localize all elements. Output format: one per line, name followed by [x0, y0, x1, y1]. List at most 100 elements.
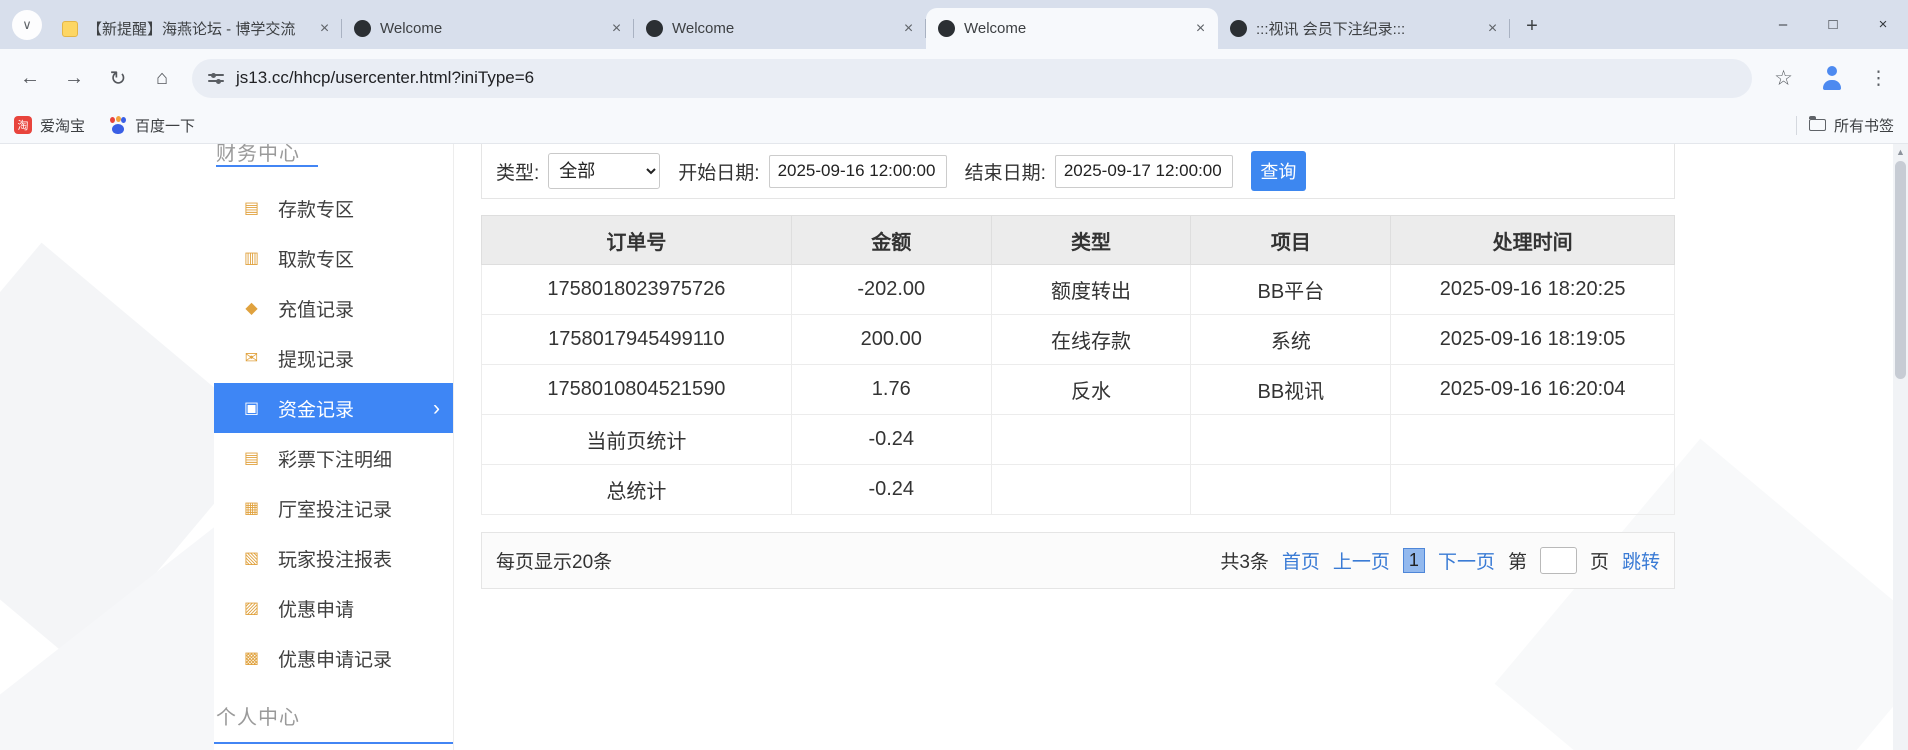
webpage-viewport: 财务中心 ▤ 存款专区 ▥ 取款专区 ◆ 充值记录 ✉ 提现记录 ▣ 资金记录 … — [0, 144, 1908, 750]
jump-label-pre: 第 — [1507, 552, 1527, 573]
jump-button[interactable]: 跳转 — [1622, 547, 1660, 574]
player-bet-report-icon: ▧ — [243, 550, 260, 567]
new-tab-button[interactable]: + — [1516, 10, 1548, 42]
close-icon[interactable]: × — [899, 19, 918, 38]
chevron-right-icon: › — [433, 396, 440, 420]
dark-globe-favicon — [1230, 20, 1247, 37]
sidebar-item-recharge-record[interactable]: ◆ 充值记录 — [214, 283, 453, 333]
search-button[interactable]: 查询 — [1250, 151, 1306, 191]
home-button[interactable]: ⌂ — [142, 58, 182, 98]
cell-time: 2025-09-16 18:19:05 — [1390, 314, 1675, 365]
promo-apply-icon: ▨ — [243, 600, 260, 617]
cell-empty — [1390, 414, 1675, 465]
scrollbar-up-arrow[interactable]: ▲ — [1893, 144, 1908, 160]
plus-icon: + — [1526, 14, 1538, 37]
sidebar-item-promo-apply[interactable]: ▨ 优惠申请 — [214, 583, 453, 633]
profile-avatar[interactable] — [1819, 66, 1845, 90]
tab-welcome-2[interactable]: Welcome × — [634, 8, 926, 49]
all-bookmarks-button[interactable]: 所有书签 — [1808, 115, 1894, 136]
sidebar: 财务中心 ▤ 存款专区 ▥ 取款专区 ◆ 充值记录 ✉ 提现记录 ▣ 资金记录 … — [214, 144, 454, 750]
first-page-link[interactable]: 首页 — [1282, 547, 1320, 574]
sidebar-item-label: 优惠申请 — [278, 599, 355, 621]
tab-welcome-active[interactable]: Welcome × — [926, 8, 1218, 49]
sidebar-item-lottery-bet-detail[interactable]: ▤ 彩票下注明细 — [214, 433, 453, 483]
hall-bet-record-icon: ▦ — [243, 500, 260, 517]
close-icon[interactable]: × — [1191, 19, 1210, 38]
refresh-button[interactable]: ↻ — [98, 58, 138, 98]
chevron-down-icon: ∨ — [22, 17, 32, 32]
jump-label-post: 页 — [1589, 552, 1609, 573]
sidebar-item-hall-bet-record[interactable]: ▦ 厅室投注记录 — [214, 483, 453, 533]
close-window-button[interactable]: × — [1858, 0, 1908, 49]
cell-order-no: 1758010804521590 — [481, 364, 792, 415]
start-date-label: 开始日期: — [678, 162, 760, 184]
tab-title: 【新提醒】海燕论坛 - 博学交流 — [87, 21, 296, 38]
close-icon[interactable]: × — [1483, 19, 1502, 38]
sidebar-item-label: 彩票下注明细 — [278, 449, 393, 471]
tab-haiyan-forum[interactable]: 【新提醒】海燕论坛 - 博学交流 × — [50, 8, 342, 49]
sidebar-item-player-bet-report[interactable]: ▧ 玩家投注报表 — [214, 533, 453, 583]
sidebar-item-withdrawal-record[interactable]: ✉ 提现记录 — [214, 333, 453, 383]
bookmark-taobao[interactable]: 淘 爱淘宝 — [14, 115, 85, 136]
sidebar-item-deposit[interactable]: ▤ 存款专区 — [214, 183, 453, 233]
cell-label: 总统计 — [481, 464, 792, 515]
url-text[interactable]: js13.cc/hhcp/usercenter.html?iniType=6 — [236, 68, 534, 88]
next-page-link[interactable]: 下一页 — [1438, 547, 1495, 574]
forward-button[interactable]: → — [54, 58, 94, 98]
home-icon: ⌂ — [155, 66, 169, 89]
address-bar[interactable]: js13.cc/hhcp/usercenter.html?iniType=6 — [192, 58, 1753, 98]
cell-time: 2025-09-16 16:20:04 — [1390, 364, 1675, 415]
folder-icon — [1808, 116, 1826, 131]
table-row: 1758017945499110 200.00 在线存款 系统 2025-09-… — [481, 314, 1675, 365]
filter-bar: 类型: 全部 开始日期: 结束日期: 查询 — [481, 144, 1675, 199]
column-header-time: 处理时间 — [1390, 215, 1675, 265]
page-scrollbar[interactable]: ▲ — [1893, 144, 1908, 750]
sidebar-item-promo-apply-record[interactable]: ▩ 优惠申请记录 — [214, 633, 453, 683]
dark-globe-favicon — [646, 20, 663, 37]
table-row-page-total: 当前页统计 -0.24 — [481, 414, 1675, 465]
cell-empty — [990, 464, 1192, 515]
sidebar-item-label: 资金记录 — [278, 399, 355, 421]
close-icon[interactable]: × — [315, 19, 334, 38]
cell-project: BB视讯 — [1190, 364, 1392, 415]
sidebar-item-withdraw[interactable]: ▥ 取款专区 — [214, 233, 453, 283]
start-date-input[interactable] — [768, 154, 947, 188]
promo-apply-record-icon: ▩ — [243, 650, 260, 667]
tab-bet-records[interactable]: :::视讯 会员下注纪录::: × — [1218, 8, 1510, 49]
bookmark-label: 百度一下 — [135, 117, 196, 135]
close-icon[interactable]: × — [607, 19, 626, 38]
cell-amount: -0.24 — [790, 414, 992, 465]
cell-project: BB平台 — [1190, 264, 1392, 315]
back-button[interactable]: ← — [10, 58, 50, 98]
tab-search-button[interactable]: ∨ — [12, 10, 42, 40]
end-date-label: 结束日期: — [964, 162, 1046, 184]
bookmark-label: 爱淘宝 — [40, 117, 86, 135]
type-select[interactable]: 全部 — [548, 153, 661, 189]
close-icon: × — [1878, 16, 1888, 33]
cell-time: 2025-09-16 18:20:25 — [1390, 264, 1675, 315]
sidebar-item-funds-record[interactable]: ▣ 资金记录 › — [214, 383, 453, 433]
cell-amount: -0.24 — [790, 464, 992, 515]
funds-record-icon: ▣ — [243, 400, 260, 417]
withdrawal-record-icon: ✉ — [244, 350, 259, 367]
sidebar-item-label: 取款专区 — [278, 249, 355, 271]
site-settings-icon[interactable] — [208, 71, 224, 85]
back-icon: ← — [20, 66, 40, 89]
browser-menu-icon[interactable]: ⋮ — [1869, 67, 1888, 90]
maximize-button[interactable]: □ — [1808, 0, 1858, 49]
tab-title: :::视讯 会员下注纪录::: — [1256, 21, 1406, 38]
total-count-text: 共3条 — [1220, 552, 1269, 573]
minimize-button[interactable]: – — [1758, 0, 1808, 49]
cell-label: 当前页统计 — [481, 414, 792, 465]
page-size-text: 每页显示20条 — [496, 552, 613, 573]
bookmark-baidu[interactable]: 百度一下 — [109, 115, 195, 136]
tab-welcome-1[interactable]: Welcome × — [342, 8, 634, 49]
bookmark-star-icon[interactable]: ☆ — [1774, 66, 1793, 91]
prev-page-link[interactable]: 上一页 — [1333, 547, 1390, 574]
jump-page-input[interactable] — [1539, 547, 1577, 574]
scrollbar-thumb[interactable] — [1895, 161, 1906, 379]
end-date-input[interactable] — [1054, 154, 1233, 188]
column-header-type: 类型 — [990, 215, 1192, 265]
deposit-icon: ▤ — [243, 200, 260, 217]
tab-title: Welcome — [672, 20, 735, 37]
